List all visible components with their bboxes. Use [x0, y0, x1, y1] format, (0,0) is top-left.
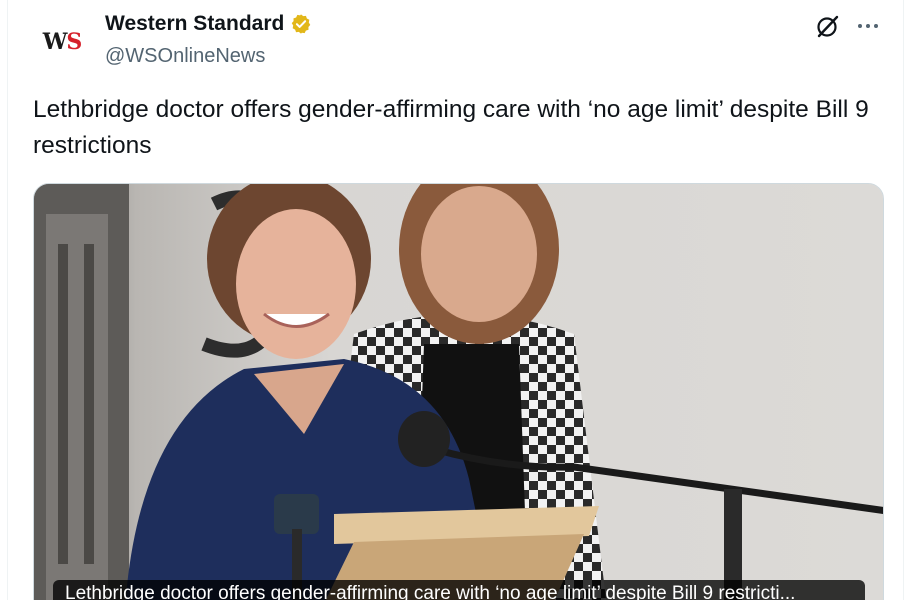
tweet-text: Lethbridge doctor offers gender-affirmin…	[33, 96, 869, 159]
author-display-name[interactable]: Western Standard	[105, 12, 284, 36]
author-handle[interactable]: @WSOnlineNews	[105, 45, 265, 68]
media-photo	[34, 184, 883, 600]
more-options-icon[interactable]	[854, 12, 882, 40]
avatar-logo-main: W	[42, 29, 68, 55]
grok-icon[interactable]	[814, 12, 842, 40]
author-name-row: Western Standard	[105, 12, 312, 36]
verified-badge-icon[interactable]	[290, 13, 312, 35]
avatar-logo: WS	[42, 29, 83, 55]
media-caption: Lethbridge doctor offers gender-affirmin…	[53, 580, 865, 600]
avatar[interactable]: WS	[34, 14, 90, 70]
tweet-card[interactable]: WS Western Standard @WSOnlineNews Lethbr…	[7, 0, 904, 600]
tweet-media[interactable]: Lethbridge doctor offers gender-affirmin…	[33, 183, 884, 600]
avatar-logo-accent: S	[66, 29, 82, 55]
